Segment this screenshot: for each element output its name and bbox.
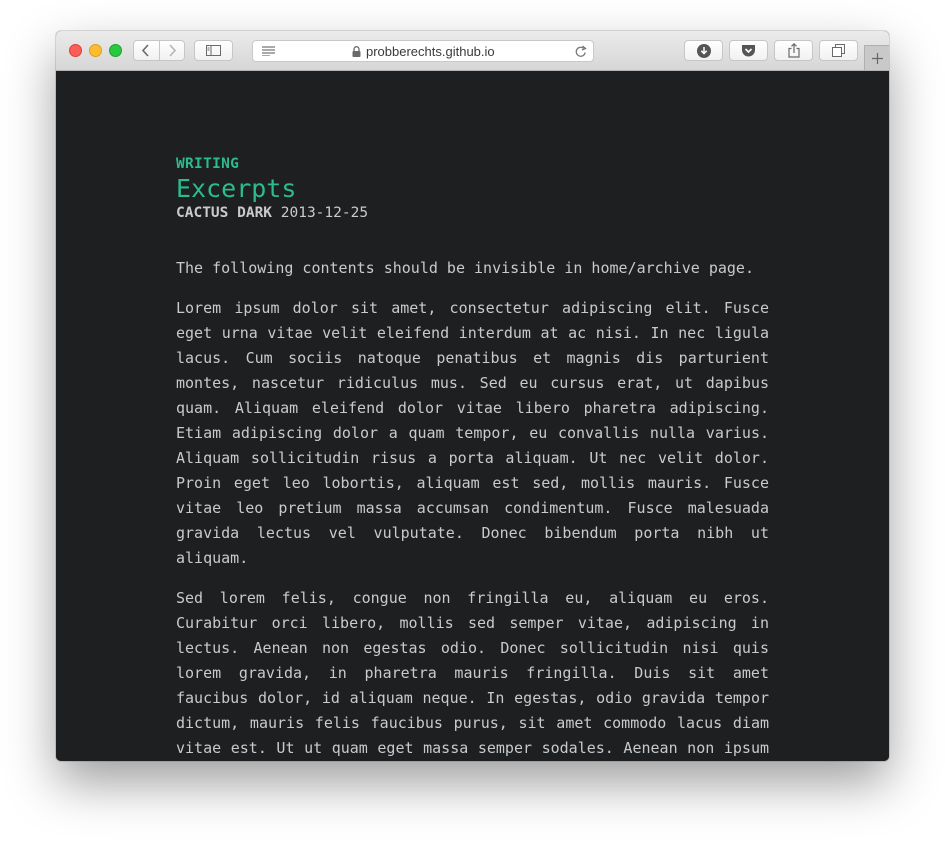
post-article: WRITING Excerpts CACTUS DARK 2013-12-25 … (176, 155, 769, 761)
tabs-icon (832, 44, 845, 57)
sidebar-toggle-button[interactable] (194, 40, 233, 61)
post-author: CACTUS DARK (176, 205, 273, 221)
chevron-left-icon (142, 44, 149, 57)
minimize-window-button[interactable] (89, 44, 102, 57)
post-section-label: WRITING (176, 156, 240, 172)
browser-window: probberechts.github.io WRITING Excerpts … (56, 31, 889, 761)
close-window-button[interactable] (69, 44, 82, 57)
post-date: 2013-12-25 (280, 205, 369, 221)
share-icon (787, 43, 800, 58)
post-title: Excerpts (176, 174, 297, 203)
post-paragraph: Sed lorem felis, congue non fringilla eu… (176, 589, 769, 757)
pocket-button[interactable] (729, 40, 768, 61)
share-button[interactable] (774, 40, 813, 61)
reload-icon[interactable] (575, 45, 587, 58)
reader-view-icon[interactable] (262, 46, 275, 56)
chevron-right-icon (169, 44, 176, 57)
navigation-buttons (133, 40, 185, 61)
forward-button[interactable] (158, 41, 185, 60)
post-paragraph: Lorem ipsum dolor sit amet, consectetur … (176, 299, 769, 567)
browser-toolbar: probberechts.github.io (56, 31, 889, 71)
maximize-window-button[interactable] (109, 44, 122, 57)
download-icon (696, 43, 711, 58)
back-button[interactable] (134, 41, 159, 60)
sidebar-icon (206, 45, 221, 56)
page-content: WRITING Excerpts CACTUS DARK 2013-12-25 … (56, 71, 889, 761)
pocket-icon (742, 45, 755, 57)
post-meta: CACTUS DARK 2013-12-25 (176, 203, 769, 223)
downloads-button[interactable] (684, 40, 723, 61)
post-body: The following contents should be invisib… (176, 256, 769, 761)
new-tab-button[interactable] (864, 45, 889, 70)
post-paragraph: The following contents should be invisib… (176, 259, 754, 277)
tab-overview-button[interactable] (819, 40, 858, 61)
plus-icon (871, 52, 883, 64)
url-text: probberechts.github.io (366, 44, 495, 59)
lock-icon (352, 46, 361, 57)
address-bar[interactable]: probberechts.github.io (252, 40, 594, 62)
